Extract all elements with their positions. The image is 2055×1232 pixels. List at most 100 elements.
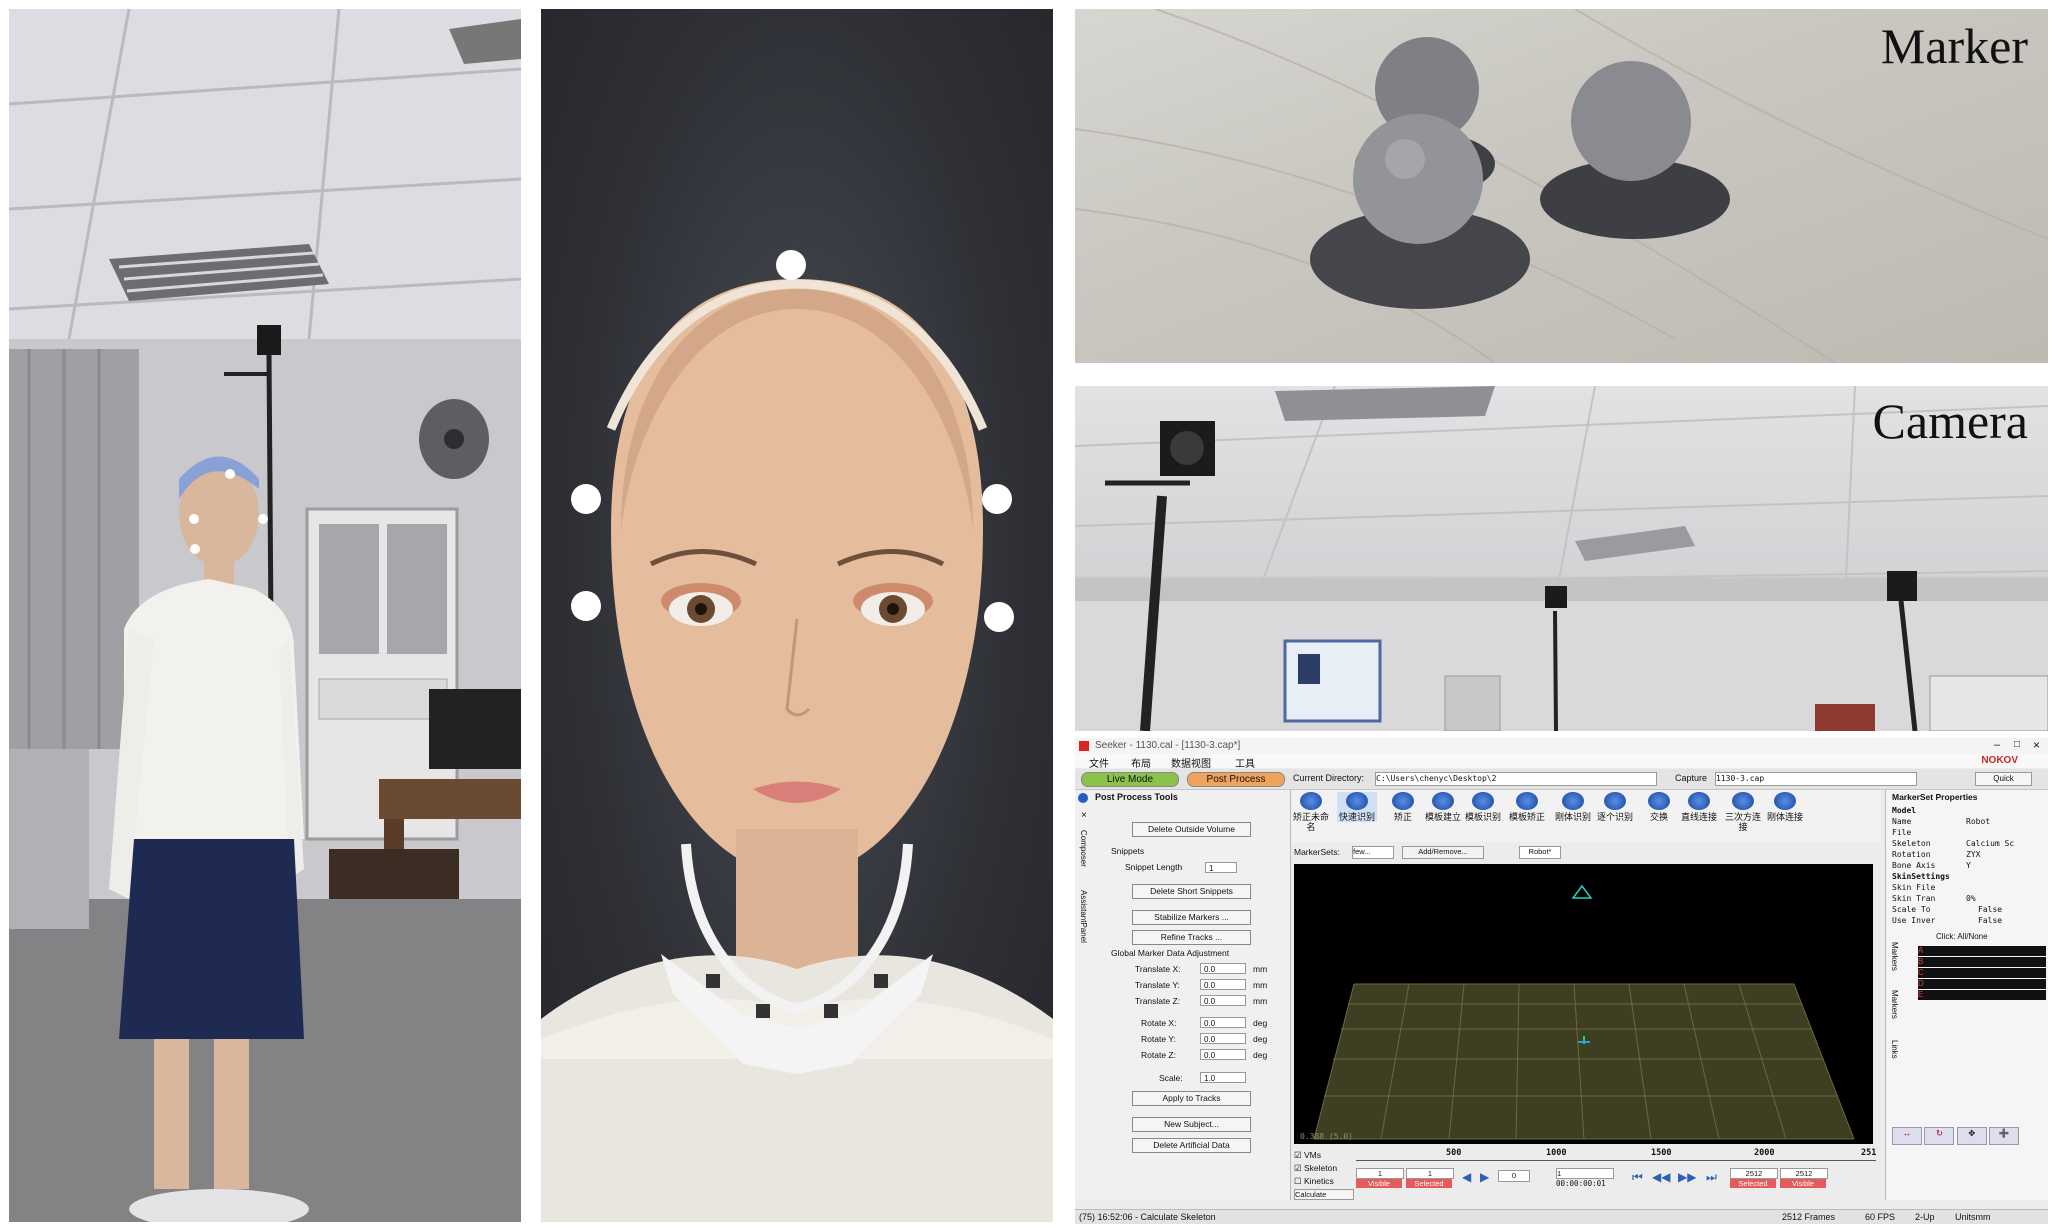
step-forward-icon[interactable]: ▶▶ (1678, 1170, 1696, 1184)
tab-links[interactable]: Links (1890, 1040, 1899, 1059)
skeleton-checkbox[interactable]: ☑ Skeleton (1294, 1163, 1337, 1174)
rotate-z-input[interactable]: 0.0 (1200, 1049, 1246, 1060)
tab-assistant-panel[interactable]: AssistantPanel (1079, 890, 1088, 943)
last-frame-icon[interactable]: ⏭ (1706, 1170, 1717, 1185)
tool-template-correct[interactable]: 模板矫正 (1507, 792, 1547, 822)
rotate-icon[interactable]: ↻ (1924, 1127, 1955, 1145)
new-subject-button[interactable]: New Subject... (1132, 1117, 1251, 1132)
tool-swap[interactable]: 交换 (1639, 792, 1679, 822)
tick-label: 1000 (1546, 1148, 1567, 1158)
apply-to-tracks-button[interactable]: Apply to Tracks (1132, 1091, 1251, 1106)
prop-value[interactable]: False (1978, 916, 2002, 925)
prop-value[interactable]: Calcium Sc (1966, 839, 2014, 848)
click-all-none[interactable]: Click: All/None (1936, 932, 1988, 941)
prev-frame-icon[interactable]: ◀ (1462, 1170, 1471, 1184)
title-bar: Seeker - 1130.cal - [1130-3.cap*] – □ × (1075, 738, 2048, 755)
refine-tracks-button[interactable]: Refine Tracks ... (1132, 930, 1251, 945)
marker-row[interactable]: E (1918, 990, 2046, 1000)
move-icon[interactable]: ✥ (1956, 1127, 1987, 1145)
minimize-icon[interactable]: – (1994, 739, 2000, 751)
tool-label: 矫正未命名 (1292, 812, 1329, 832)
close-icon[interactable]: × (2033, 738, 2040, 752)
quick-button[interactable]: Quick (1975, 772, 2032, 786)
kinetics-checkbox[interactable]: ☐ Kinetics (1294, 1176, 1334, 1187)
prop-value[interactable]: 0% (1966, 894, 1976, 903)
tool-template-identify[interactable]: 模板识别 (1463, 792, 1503, 822)
step-back-icon[interactable]: ◀◀ (1652, 1170, 1670, 1184)
tool-rigid-identify[interactable]: 刚体识别 (1553, 792, 1593, 822)
frame-end-sel-input[interactable]: 2512 (1730, 1168, 1778, 1179)
post-process-button[interactable]: Post Process (1187, 772, 1285, 787)
snippet-length-input[interactable]: 1 (1205, 862, 1237, 873)
tool-template-build[interactable]: 模板建立 (1423, 792, 1463, 822)
frame-end-input[interactable]: 2512 (1780, 1168, 1828, 1179)
tool-label: 交换 (1649, 812, 1668, 822)
live-mode-button[interactable]: Live Mode (1081, 772, 1179, 787)
global-adjust-label: Global Marker Data Adjustment (1111, 948, 1230, 958)
speed-input[interactable]: 0 (1498, 1170, 1530, 1182)
capture-select[interactable]: 1130-3.cap (1715, 772, 1917, 786)
maximize-icon[interactable]: □ (2014, 739, 2020, 750)
stabilize-markers-button[interactable]: Stabilize Markers ... (1132, 910, 1251, 925)
current-frame-input[interactable]: 1 (1556, 1168, 1614, 1179)
current-directory-field[interactable]: C:\Users\chenyc\Desktop\2 (1375, 772, 1657, 786)
zoom-icon[interactable]: ➕ (1989, 1127, 2020, 1145)
translate-z-input[interactable]: 0.0 (1200, 995, 1246, 1006)
tab-markers-2[interactable]: Markers (1890, 990, 1899, 1019)
tab-markers[interactable]: Markers (1890, 942, 1899, 971)
translate-x-label: Translate X: (1135, 964, 1181, 974)
delete-short-snippets-button[interactable]: Delete Short Snippets (1132, 884, 1251, 899)
tool-one-by-one[interactable]: 逐个识别 (1595, 792, 1635, 822)
timeline-ruler[interactable]: 500 1000 1500 2000 251 (1356, 1148, 1876, 1161)
scale-input[interactable]: 1.0 (1200, 1072, 1246, 1083)
first-frame-icon[interactable]: ⏮ (1632, 1170, 1643, 1185)
tool-rigid-connect[interactable]: 刚体连接 (1765, 792, 1805, 822)
marker-row[interactable]: A (1918, 946, 2046, 956)
panel-close-icon[interactable]: × (1081, 810, 1087, 821)
marker-row[interactable]: B (1918, 957, 2046, 967)
marker-row[interactable]: C (1918, 968, 2046, 978)
tool-label: 快速识别 (1338, 812, 1375, 822)
prop-value[interactable]: Robot (1966, 817, 1990, 826)
status-layout: 2-Up (1915, 1212, 1935, 1222)
tick-label: 2000 (1754, 1148, 1775, 1158)
tool-correct-unnamed[interactable]: 矫正未命名 (1291, 792, 1331, 832)
tool-quick-identify[interactable]: 快速识别 (1337, 792, 1377, 822)
selected-end-label: Selected (1730, 1179, 1776, 1188)
tool-label: 三次方连接 (1724, 812, 1761, 832)
delete-artificial-data-button[interactable]: Delete Artificial Data (1132, 1138, 1251, 1153)
arrows-icon[interactable]: ↔ (1892, 1127, 1922, 1145)
prop-value[interactable]: Y (1966, 861, 1971, 870)
tool-correct[interactable]: 矫正 (1383, 792, 1423, 822)
menu-tools[interactable]: 工具 (1235, 755, 1255, 770)
translate-x-input[interactable]: 0.0 (1200, 963, 1246, 974)
prop-value[interactable]: ZYX (1966, 850, 1980, 859)
menu-layout[interactable]: 布局 (1131, 755, 1151, 770)
frame-start-input[interactable]: 1 (1356, 1168, 1404, 1179)
translate-y-input[interactable]: 0.0 (1200, 979, 1246, 990)
delete-outside-volume-button[interactable]: Delete Outside Volume (1132, 822, 1251, 837)
calculate-button[interactable]: Calculate (1294, 1189, 1354, 1200)
vms-checkbox[interactable]: ☑ VMs (1294, 1150, 1321, 1161)
tab-composer[interactable]: Composer (1079, 830, 1088, 867)
frame-sel-input[interactable]: 1 (1406, 1168, 1454, 1179)
prop-key: Name (1892, 817, 1912, 826)
tool-linear-connect[interactable]: 直线连接 (1679, 792, 1719, 822)
play-icon[interactable]: ▶ (1480, 1170, 1489, 1184)
rotate-x-input[interactable]: 0.0 (1200, 1017, 1246, 1028)
menu-data-view[interactable]: 数据视图 (1171, 755, 1211, 770)
rotate-y-input[interactable]: 0.0 (1200, 1033, 1246, 1044)
tool-cubic-connect[interactable]: 三次方连接 (1723, 792, 1763, 832)
app-logo-icon (1079, 741, 1089, 751)
menu-file[interactable]: 文件 (1089, 755, 1109, 770)
markersets-select[interactable]: few... (1352, 846, 1394, 859)
marker-row[interactable]: D (1918, 979, 2046, 989)
3d-viewport[interactable]: 0.388 (5.0) (1294, 864, 1873, 1144)
help-icon[interactable] (1078, 793, 1088, 803)
prop-value[interactable]: False (1978, 905, 2002, 914)
tab-robot[interactable]: Robot* (1519, 846, 1561, 859)
tool-label: 矫正 (1393, 812, 1412, 822)
tool-label: 刚体连接 (1766, 812, 1803, 822)
add-remove-button[interactable]: Add/Remove... (1402, 846, 1484, 859)
prop-key: Bone Axis (1892, 861, 1936, 870)
